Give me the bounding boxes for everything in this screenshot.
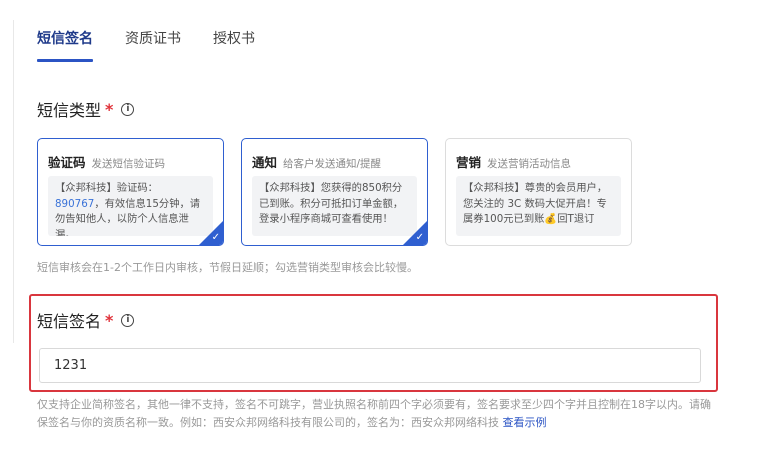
sms-type-cards: 验证码 发送短信验证码 【众邦科技】验证码：890767，有效信息15分钟，请勿…	[37, 138, 632, 246]
card-header: 通知 给客户发送通知/提醒	[252, 152, 381, 171]
tab-qualification-certificate[interactable]: 资质证书	[125, 28, 181, 62]
card-sample-text: 【众邦科技】尊贵的会员用户，您关注的 3C 数码大促开启！专属券100元已到账💰…	[456, 176, 621, 236]
required-asterisk: *	[105, 99, 114, 119]
card-name: 验证码	[48, 155, 86, 170]
check-icon: ✓	[415, 232, 424, 243]
signature-label: 短信签名 * i	[37, 308, 135, 332]
view-example-link[interactable]: 查看示例	[503, 416, 547, 429]
card-header: 营销 发送营销活动信息	[456, 152, 571, 171]
sms-type-card-marketing[interactable]: 营销 发送营销活动信息 【众邦科技】尊贵的会员用户，您关注的 3C 数码大促开启…	[445, 138, 632, 246]
signature-help-text: 仅支持企业简称签名，其他一律不支持，签名不可跳字，营业执照名称前四个字必须要有，…	[37, 398, 711, 429]
review-hint: 短信审核会在1-2个工作日内审核，节假日延顺；勾选营销类型审核会比较慢。	[37, 261, 418, 274]
info-icon[interactable]: i	[121, 313, 135, 327]
sms-type-title: 短信类型	[37, 101, 102, 120]
signature-help: 仅支持企业简称签名，其他一律不支持，签名不可跳字，营业执照名称前四个字必须要有，…	[37, 396, 717, 431]
sms-type-card-notification[interactable]: 通知 给客户发送通知/提醒 【众邦科技】您获得的850积分已到账。积分可抵扣订单…	[241, 138, 428, 246]
card-name: 营销	[456, 155, 482, 170]
card-desc: 发送营销活动信息	[487, 158, 572, 170]
sample-code: 890767	[55, 197, 95, 210]
left-divider	[13, 20, 14, 343]
sms-type-label: 短信类型 * i	[37, 97, 135, 121]
card-name: 通知	[252, 155, 278, 170]
check-icon: ✓	[211, 232, 220, 243]
signature-title: 短信签名	[37, 312, 102, 331]
required-asterisk: *	[105, 310, 114, 330]
tab-authorization-letter[interactable]: 授权书	[213, 28, 255, 62]
card-desc: 发送短信验证码	[91, 158, 166, 170]
card-sample-text: 【众邦科技】您获得的850积分已到账。积分可抵扣订单金额，登录小程序商城可查看使…	[252, 176, 417, 236]
card-desc: 给客户发送通知/提醒	[283, 158, 382, 170]
tab-bar: 短信签名 资质证书 授权书	[37, 28, 255, 62]
info-icon[interactable]: i	[121, 102, 135, 116]
sample-prefix: 【众邦科技】验证码：	[55, 182, 158, 194]
card-sample-text: 【众邦科技】验证码：890767，有效信息15分钟，请勿告知他人，以防个人信息泄…	[48, 176, 213, 236]
sms-type-card-verification[interactable]: 验证码 发送短信验证码 【众邦科技】验证码：890767，有效信息15分钟，请勿…	[37, 138, 224, 246]
tab-sms-signature[interactable]: 短信签名	[37, 28, 93, 62]
signature-input[interactable]: 1231	[39, 348, 701, 383]
card-header: 验证码 发送短信验证码	[48, 152, 165, 171]
